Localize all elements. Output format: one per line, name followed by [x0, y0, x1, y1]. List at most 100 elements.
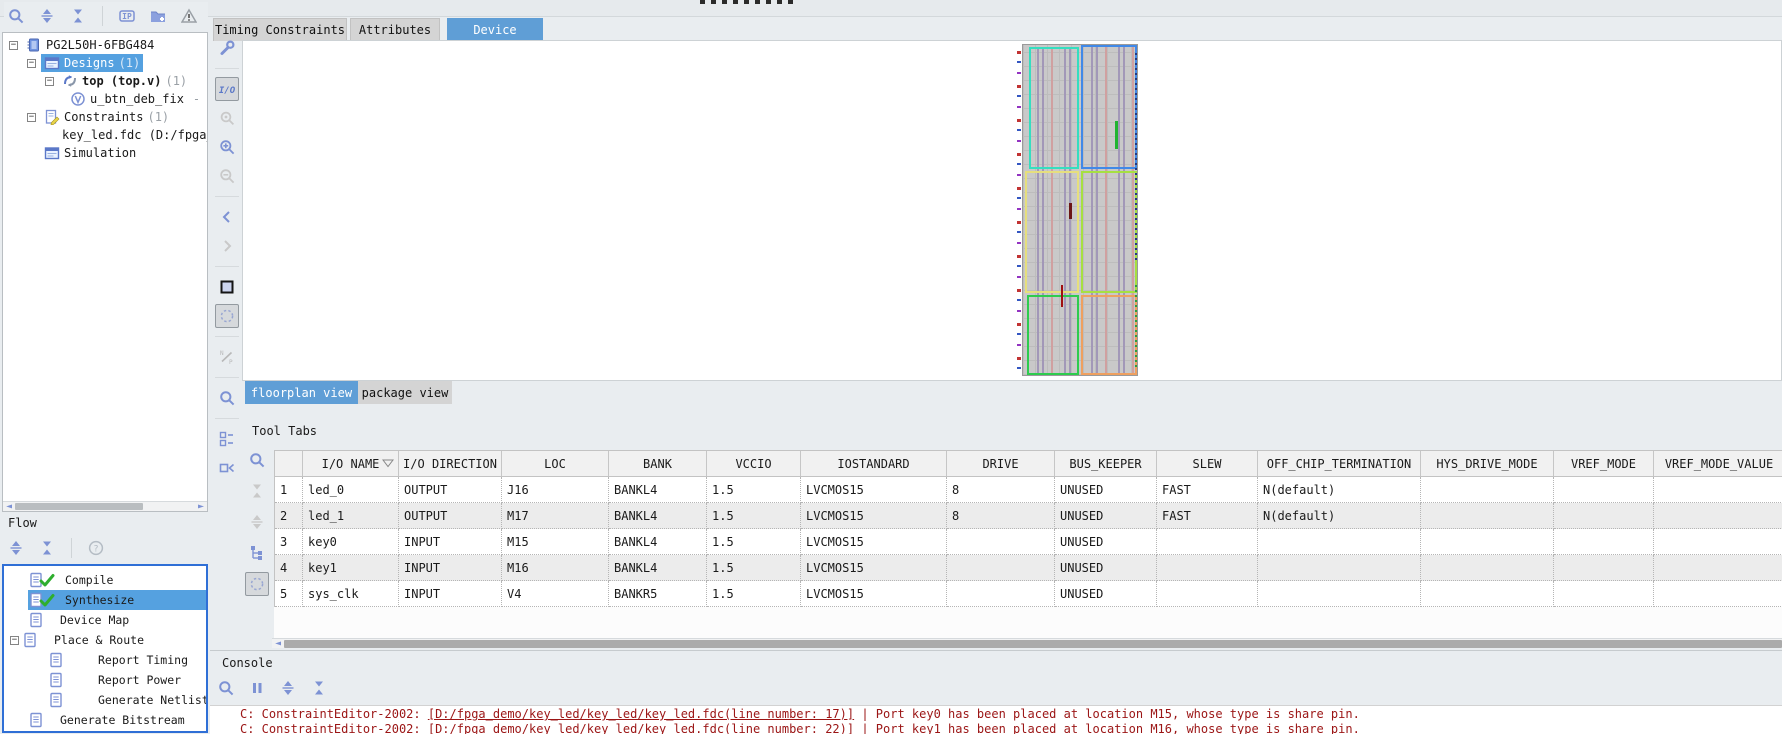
flow-panel[interactable]: CompileSynthesizeDevice Map−Place & Rout… — [2, 564, 208, 733]
pause-icon[interactable] — [245, 676, 269, 700]
fpga-floorplan[interactable] — [1022, 44, 1138, 376]
table-cell[interactable]: LVCMOS15 — [801, 529, 947, 555]
table-cell[interactable]: INPUT — [399, 529, 502, 555]
table-cell[interactable]: UNUSED — [1055, 581, 1157, 607]
hierarchy-icon[interactable] — [215, 427, 239, 451]
column-header-loc[interactable]: LOC — [502, 451, 609, 477]
table-cell[interactable]: V4 — [502, 581, 609, 607]
tree-item-key-led-fdc-d-fpga[interactable]: key_led.fdc (D:/fpga_ — [3, 126, 208, 144]
column-header-drive[interactable]: DRIVE — [947, 451, 1055, 477]
chevron-left-icon[interactable] — [215, 205, 239, 229]
table-cell[interactable] — [1554, 581, 1654, 607]
row-number[interactable]: 1 — [275, 477, 303, 503]
table-row-led_1[interactable]: 2led_1OUTPUTM17BANKL41.5LVCMOS158UNUSEDF… — [275, 503, 1782, 529]
column-header-bus-keeper[interactable]: BUS_KEEPER — [1055, 451, 1157, 477]
column-header-i-o-name[interactable]: I/O NAME — [303, 451, 399, 477]
tree-expander-icon[interactable]: − — [27, 113, 36, 122]
search-icon[interactable] — [215, 386, 239, 410]
search-icon[interactable] — [4, 4, 28, 28]
dashed-circle-icon[interactable] — [215, 304, 239, 328]
expand-all-icon[interactable] — [35, 4, 59, 28]
flow-item-generate-netlist[interactable]: Generate Netlist — [4, 690, 206, 710]
table-cell[interactable] — [1654, 477, 1782, 503]
collapse-all-icon[interactable] — [66, 4, 90, 28]
scrollbar-thumb[interactable] — [15, 503, 143, 510]
table-cell[interactable]: 1.5 — [707, 555, 801, 581]
tree-expander-icon[interactable]: − — [9, 41, 18, 50]
scrollbar-thumb[interactable] — [284, 640, 1782, 648]
table-cell[interactable]: key1 — [303, 555, 399, 581]
table-cell[interactable] — [1157, 555, 1258, 581]
fdc-line-link[interactable]: [D:/fpga_demo/key_led/key_led/key_led.fd… — [428, 707, 854, 721]
table-cell[interactable]: UNUSED — [1055, 503, 1157, 529]
table-cell[interactable] — [1258, 529, 1421, 555]
table-cell[interactable]: BANKR5 — [609, 581, 707, 607]
table-cell[interactable]: LVCMOS15 — [801, 581, 947, 607]
collapse-all-icon[interactable] — [35, 536, 59, 560]
table-cell[interactable] — [1258, 581, 1421, 607]
flow-item-place-route[interactable]: −Place & Route — [4, 630, 206, 650]
table-cell[interactable]: UNUSED — [1055, 555, 1157, 581]
table-cell[interactable]: 8 — [947, 503, 1055, 529]
tree-expander-icon[interactable]: − — [45, 77, 54, 86]
table-cell[interactable] — [1421, 555, 1554, 581]
column-header-row-number[interactable] — [275, 451, 303, 477]
flow-item-report-timing[interactable]: Report Timing — [4, 650, 206, 670]
table-cell[interactable]: BANKL4 — [609, 477, 707, 503]
table-cell[interactable]: OUTPUT — [399, 503, 502, 529]
flow-item-compile[interactable]: Compile — [4, 570, 206, 590]
table-cell[interactable]: OUTPUT — [399, 477, 502, 503]
row-number[interactable]: 3 — [275, 529, 303, 555]
tree-item-top-top-v[interactable]: −top (top.v)(1) — [3, 72, 190, 90]
table-cell[interactable]: BANKL4 — [609, 529, 707, 555]
table-cell[interactable] — [1157, 529, 1258, 555]
tree-view-icon[interactable] — [245, 541, 269, 565]
tree-item-simulation[interactable]: Simulation — [3, 144, 139, 162]
expand-all-icon[interactable] — [276, 676, 300, 700]
column-header-slew[interactable]: SLEW — [1157, 451, 1258, 477]
table-cell[interactable]: FAST — [1157, 477, 1258, 503]
tree-item-constraints[interactable]: −Constraints(1) — [3, 108, 172, 126]
table-cell[interactable] — [1554, 477, 1654, 503]
tab-package-view[interactable]: package view — [358, 381, 452, 404]
table-cell[interactable] — [1654, 529, 1782, 555]
io-constraints-table[interactable]: I/O NAMEI/O DIRECTIONLOCBANKVCCIOIOSTAND… — [274, 450, 1782, 607]
table-cell[interactable]: 8 — [947, 477, 1055, 503]
table-cell[interactable]: 1.5 — [707, 503, 801, 529]
table-cell[interactable]: BANKL4 — [609, 555, 707, 581]
table-cell[interactable]: 1.5 — [707, 477, 801, 503]
row-number[interactable]: 4 — [275, 555, 303, 581]
zoom-in-icon[interactable] — [215, 135, 239, 159]
column-header-bank[interactable]: BANK — [609, 451, 707, 477]
export-view-icon[interactable] — [215, 456, 239, 480]
table-cell[interactable]: LVCMOS15 — [801, 477, 947, 503]
table-cell[interactable]: INPUT — [399, 555, 502, 581]
column-header-off-chip-termination[interactable]: OFF_CHIP_TERMINATION — [1258, 451, 1421, 477]
flow-item-synthesize[interactable]: Synthesize — [4, 590, 206, 610]
table-cell[interactable]: M16 — [502, 555, 609, 581]
table-cell[interactable] — [1554, 529, 1654, 555]
table-cell[interactable] — [1421, 529, 1554, 555]
table-row-led_0[interactable]: 1led_0OUTPUTJ16BANKL41.5LVCMOS158UNUSEDF… — [275, 477, 1782, 503]
tab-device[interactable]: Device — [447, 18, 543, 41]
tree-expander-icon[interactable]: − — [10, 636, 19, 645]
collapse-all-icon[interactable] — [307, 676, 331, 700]
search-icon[interactable] — [245, 448, 269, 472]
table-cell[interactable] — [1554, 503, 1654, 529]
table-cell[interactable]: J16 — [502, 477, 609, 503]
dashed-circle-icon[interactable] — [245, 572, 269, 596]
frame-square-icon[interactable] — [215, 275, 239, 299]
project-tree-panel[interactable]: −PG2L50H-6FBG484−Designs(1)−top (top.v)(… — [2, 32, 208, 512]
tab-attributes[interactable]: Attributes — [350, 18, 440, 41]
tab-floorplan-view[interactable]: floorplan view — [245, 381, 358, 404]
row-number[interactable]: 5 — [275, 581, 303, 607]
table-cell[interactable]: LVCMOS15 — [801, 503, 947, 529]
column-header-iostandard[interactable]: IOSTANDARD — [801, 451, 947, 477]
flow-item-device-map[interactable]: Device Map — [4, 610, 206, 630]
table-cell[interactable]: UNUSED — [1055, 529, 1157, 555]
table-cell[interactable]: 1.5 — [707, 529, 801, 555]
scroll-left-icon[interactable]: ◄ — [272, 638, 284, 649]
tree-expander-icon[interactable]: − — [27, 59, 36, 68]
table-cell[interactable] — [1157, 581, 1258, 607]
table-cell[interactable] — [1421, 503, 1554, 529]
